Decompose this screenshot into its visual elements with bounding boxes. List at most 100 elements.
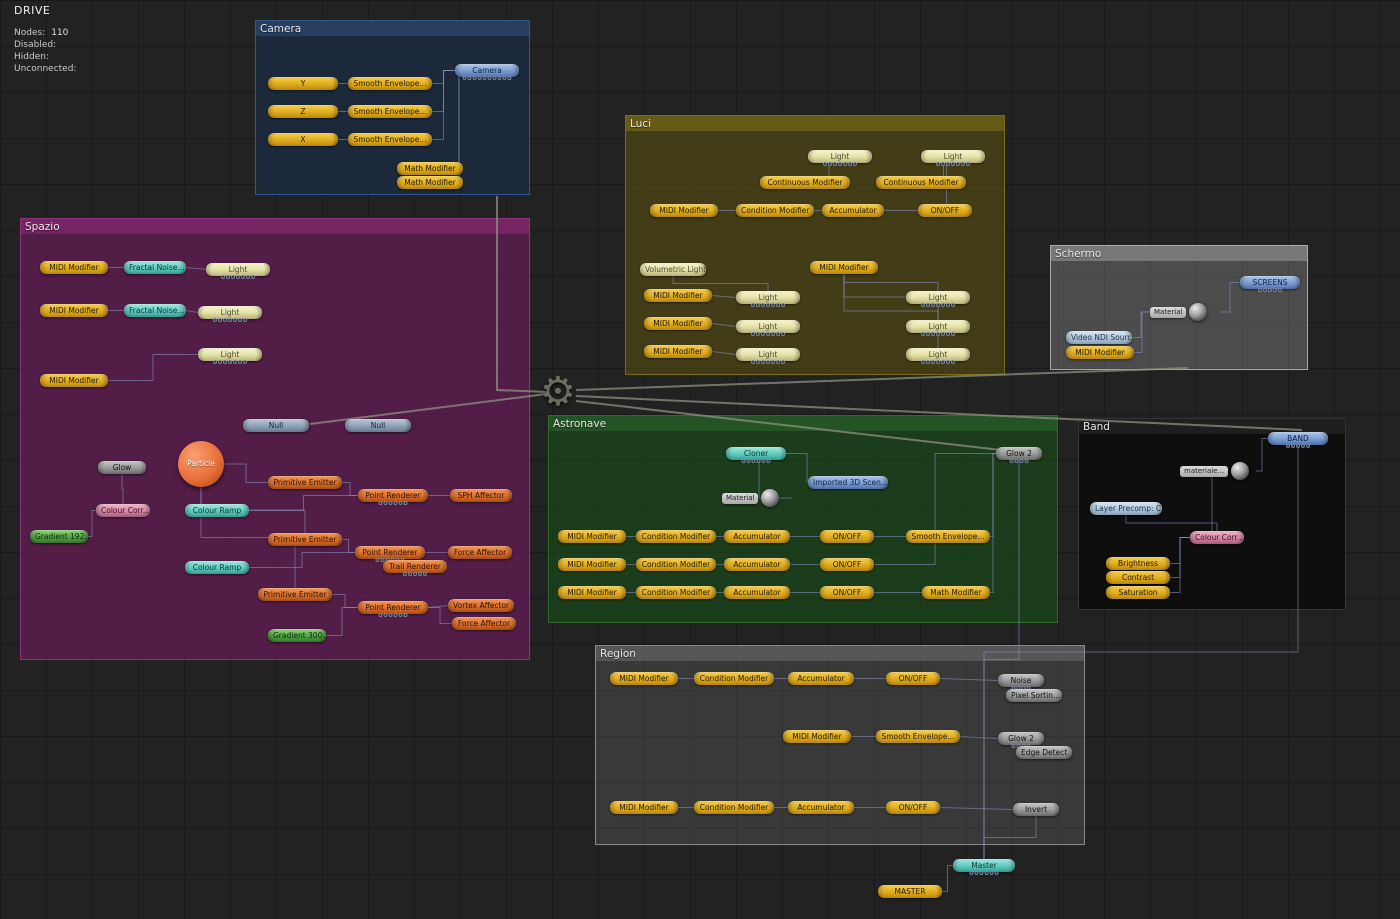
- node-light[interactable]: Light: [906, 320, 970, 336]
- node-ports[interactable]: [462, 76, 512, 80]
- node-primitive-emitter[interactable]: Primitive Emitter: [268, 476, 342, 489]
- node-ports[interactable]: [378, 613, 408, 617]
- node-on-off[interactable]: ON/OFF: [820, 530, 874, 543]
- node-band[interactable]: BAND: [1268, 432, 1328, 448]
- node-ports[interactable]: [741, 459, 771, 463]
- node-light[interactable]: Light: [198, 306, 262, 322]
- node-materiale[interactable]: materiale...: [1180, 462, 1256, 480]
- node-ports[interactable]: [403, 572, 427, 576]
- node-smooth-envelope[interactable]: Smooth Envelope...: [906, 530, 990, 543]
- node-condition-modifier[interactable]: Condition Modifier: [694, 672, 774, 685]
- node-midi-modifier[interactable]: MIDI Modifier: [644, 345, 712, 358]
- node-light[interactable]: Light: [906, 291, 970, 307]
- node-z[interactable]: Z: [268, 105, 338, 118]
- node-colour-ramp[interactable]: Colour Ramp: [185, 504, 249, 517]
- node-force-affector[interactable]: Force Affector: [448, 546, 512, 559]
- node-point-renderer[interactable]: Point Renderer: [355, 546, 425, 562]
- node-screens[interactable]: SCREENS: [1240, 276, 1300, 292]
- node-light[interactable]: Light: [906, 348, 970, 364]
- node-continuous-modifier[interactable]: Continuous Modifier: [876, 176, 966, 189]
- node-midi-modifier[interactable]: MIDI Modifier: [783, 730, 851, 743]
- node-null[interactable]: Null: [243, 419, 309, 432]
- node-brightness[interactable]: Brightness: [1106, 557, 1170, 570]
- node-midi-modifier[interactable]: MIDI Modifier: [558, 586, 626, 599]
- node-x[interactable]: X: [268, 133, 338, 146]
- node-on-off[interactable]: ON/OFF: [820, 558, 874, 571]
- node-master[interactable]: MASTER: [878, 885, 942, 898]
- node-ports[interactable]: [1258, 288, 1282, 292]
- node-smooth-envelope[interactable]: Smooth Envelope...: [348, 133, 432, 146]
- node-gradient-192[interactable]: Gradient 192...: [30, 530, 88, 543]
- node-colour-corr[interactable]: Colour Corr...: [1190, 531, 1244, 544]
- node-ports[interactable]: [823, 162, 857, 166]
- node-ports[interactable]: [378, 501, 408, 505]
- node-math-modifier[interactable]: Math Modifier: [397, 176, 463, 189]
- node-video-ndi-source[interactable]: Video NDI Source: [1066, 331, 1132, 344]
- node-smooth-envelope[interactable]: Smooth Envelope...: [348, 105, 432, 118]
- node-glow-2[interactable]: Glow 2: [996, 447, 1042, 463]
- node-ports[interactable]: [921, 303, 955, 307]
- node-graph-canvas[interactable]: DRIVE Nodes: 110 Disabled: Hidden: Unconnect…: [0, 0, 1400, 919]
- node-primitive-emitter[interactable]: Primitive Emitter: [258, 588, 332, 601]
- node-colour-corr[interactable]: Colour Corr...: [96, 504, 150, 517]
- node-continuous-modifier[interactable]: Continuous Modifier: [760, 176, 850, 189]
- node-condition-modifier[interactable]: Condition Modifier: [636, 530, 716, 543]
- node-point-renderer[interactable]: Point Renderer: [358, 601, 428, 617]
- node-midi-modifier[interactable]: MIDI Modifier: [650, 204, 718, 217]
- node-midi-modifier[interactable]: MIDI Modifier: [610, 801, 678, 814]
- node-imported-3d-scen[interactable]: Imported 3D Scen...: [808, 476, 888, 489]
- node-fractal-noise[interactable]: Fractal Noise...: [124, 261, 186, 274]
- node-ports[interactable]: [921, 332, 955, 336]
- node-smooth-envelope[interactable]: Smooth Envelope...: [876, 730, 960, 743]
- node-accumulator[interactable]: Accumulator: [724, 530, 790, 543]
- node-layer-precomp-c[interactable]: Layer Precomp: C...: [1090, 502, 1162, 515]
- node-y[interactable]: Y: [268, 77, 338, 90]
- node-light[interactable]: Light: [206, 263, 270, 279]
- node-condition-modifier[interactable]: Condition Modifier: [694, 801, 774, 814]
- node-saturation[interactable]: Saturation: [1106, 586, 1170, 599]
- node-light[interactable]: Light: [921, 150, 985, 166]
- node-on-off[interactable]: ON/OFF: [918, 204, 972, 217]
- gear-icon[interactable]: ⚙: [540, 372, 576, 412]
- node-ports[interactable]: [936, 162, 970, 166]
- node-ports[interactable]: [751, 303, 785, 307]
- node-ports[interactable]: [221, 275, 255, 279]
- node-contrast[interactable]: Contrast: [1106, 571, 1170, 584]
- node-light[interactable]: Light: [736, 291, 800, 307]
- node-midi-modifier[interactable]: MIDI Modifier: [1066, 346, 1134, 359]
- node-point-renderer[interactable]: Point Renderer: [358, 489, 428, 505]
- node-trail-renderer[interactable]: Trail Renderer: [383, 560, 447, 576]
- node-primitive-emitter[interactable]: Primitive Emitter: [268, 533, 342, 546]
- node-accumulator[interactable]: Accumulator: [788, 801, 854, 814]
- node-camera[interactable]: Camera: [455, 64, 519, 80]
- node-on-off[interactable]: ON/OFF: [886, 801, 940, 814]
- node-accumulator[interactable]: Accumulator: [822, 204, 884, 217]
- node-material[interactable]: Material: [1150, 303, 1220, 321]
- node-ports[interactable]: [751, 332, 785, 336]
- node-volumetric-lighting[interactable]: Volumetric Lighting: [640, 263, 706, 276]
- node-midi-modifier[interactable]: MIDI Modifier: [644, 289, 712, 302]
- node-noise[interactable]: Noise: [998, 674, 1044, 690]
- node-colour-ramp[interactable]: Colour Ramp: [185, 561, 249, 574]
- node-invert[interactable]: Invert: [1013, 803, 1059, 816]
- node-light[interactable]: Light: [736, 320, 800, 336]
- node-smooth-envelope[interactable]: Smooth Envelope...: [348, 77, 432, 90]
- node-edge-detect[interactable]: Edge Detect: [1016, 746, 1072, 759]
- node-on-off[interactable]: ON/OFF: [886, 672, 940, 685]
- node-vortex-affector[interactable]: Vortex Affector: [448, 599, 514, 612]
- node-ports[interactable]: [921, 360, 955, 364]
- node-ports[interactable]: [1286, 444, 1310, 448]
- node-glow-2[interactable]: Glow 2: [998, 732, 1044, 748]
- node-material[interactable]: Material: [722, 489, 792, 507]
- node-particle[interactable]: Particle: [178, 441, 224, 487]
- node-ports[interactable]: [969, 871, 999, 875]
- node-sph-affector[interactable]: SPH Affector: [450, 489, 512, 502]
- node-fractal-noise[interactable]: Fractal Noise...: [124, 304, 186, 317]
- node-gradient-300[interactable]: Gradient 300...: [268, 629, 326, 642]
- node-glow[interactable]: Glow: [98, 461, 146, 474]
- node-light[interactable]: Light: [808, 150, 872, 166]
- node-midi-modifier[interactable]: MIDI Modifier: [558, 558, 626, 571]
- node-midi-modifier[interactable]: MIDI Modifier: [40, 374, 108, 387]
- node-ports[interactable]: [213, 318, 247, 322]
- node-midi-modifier[interactable]: MIDI Modifier: [610, 672, 678, 685]
